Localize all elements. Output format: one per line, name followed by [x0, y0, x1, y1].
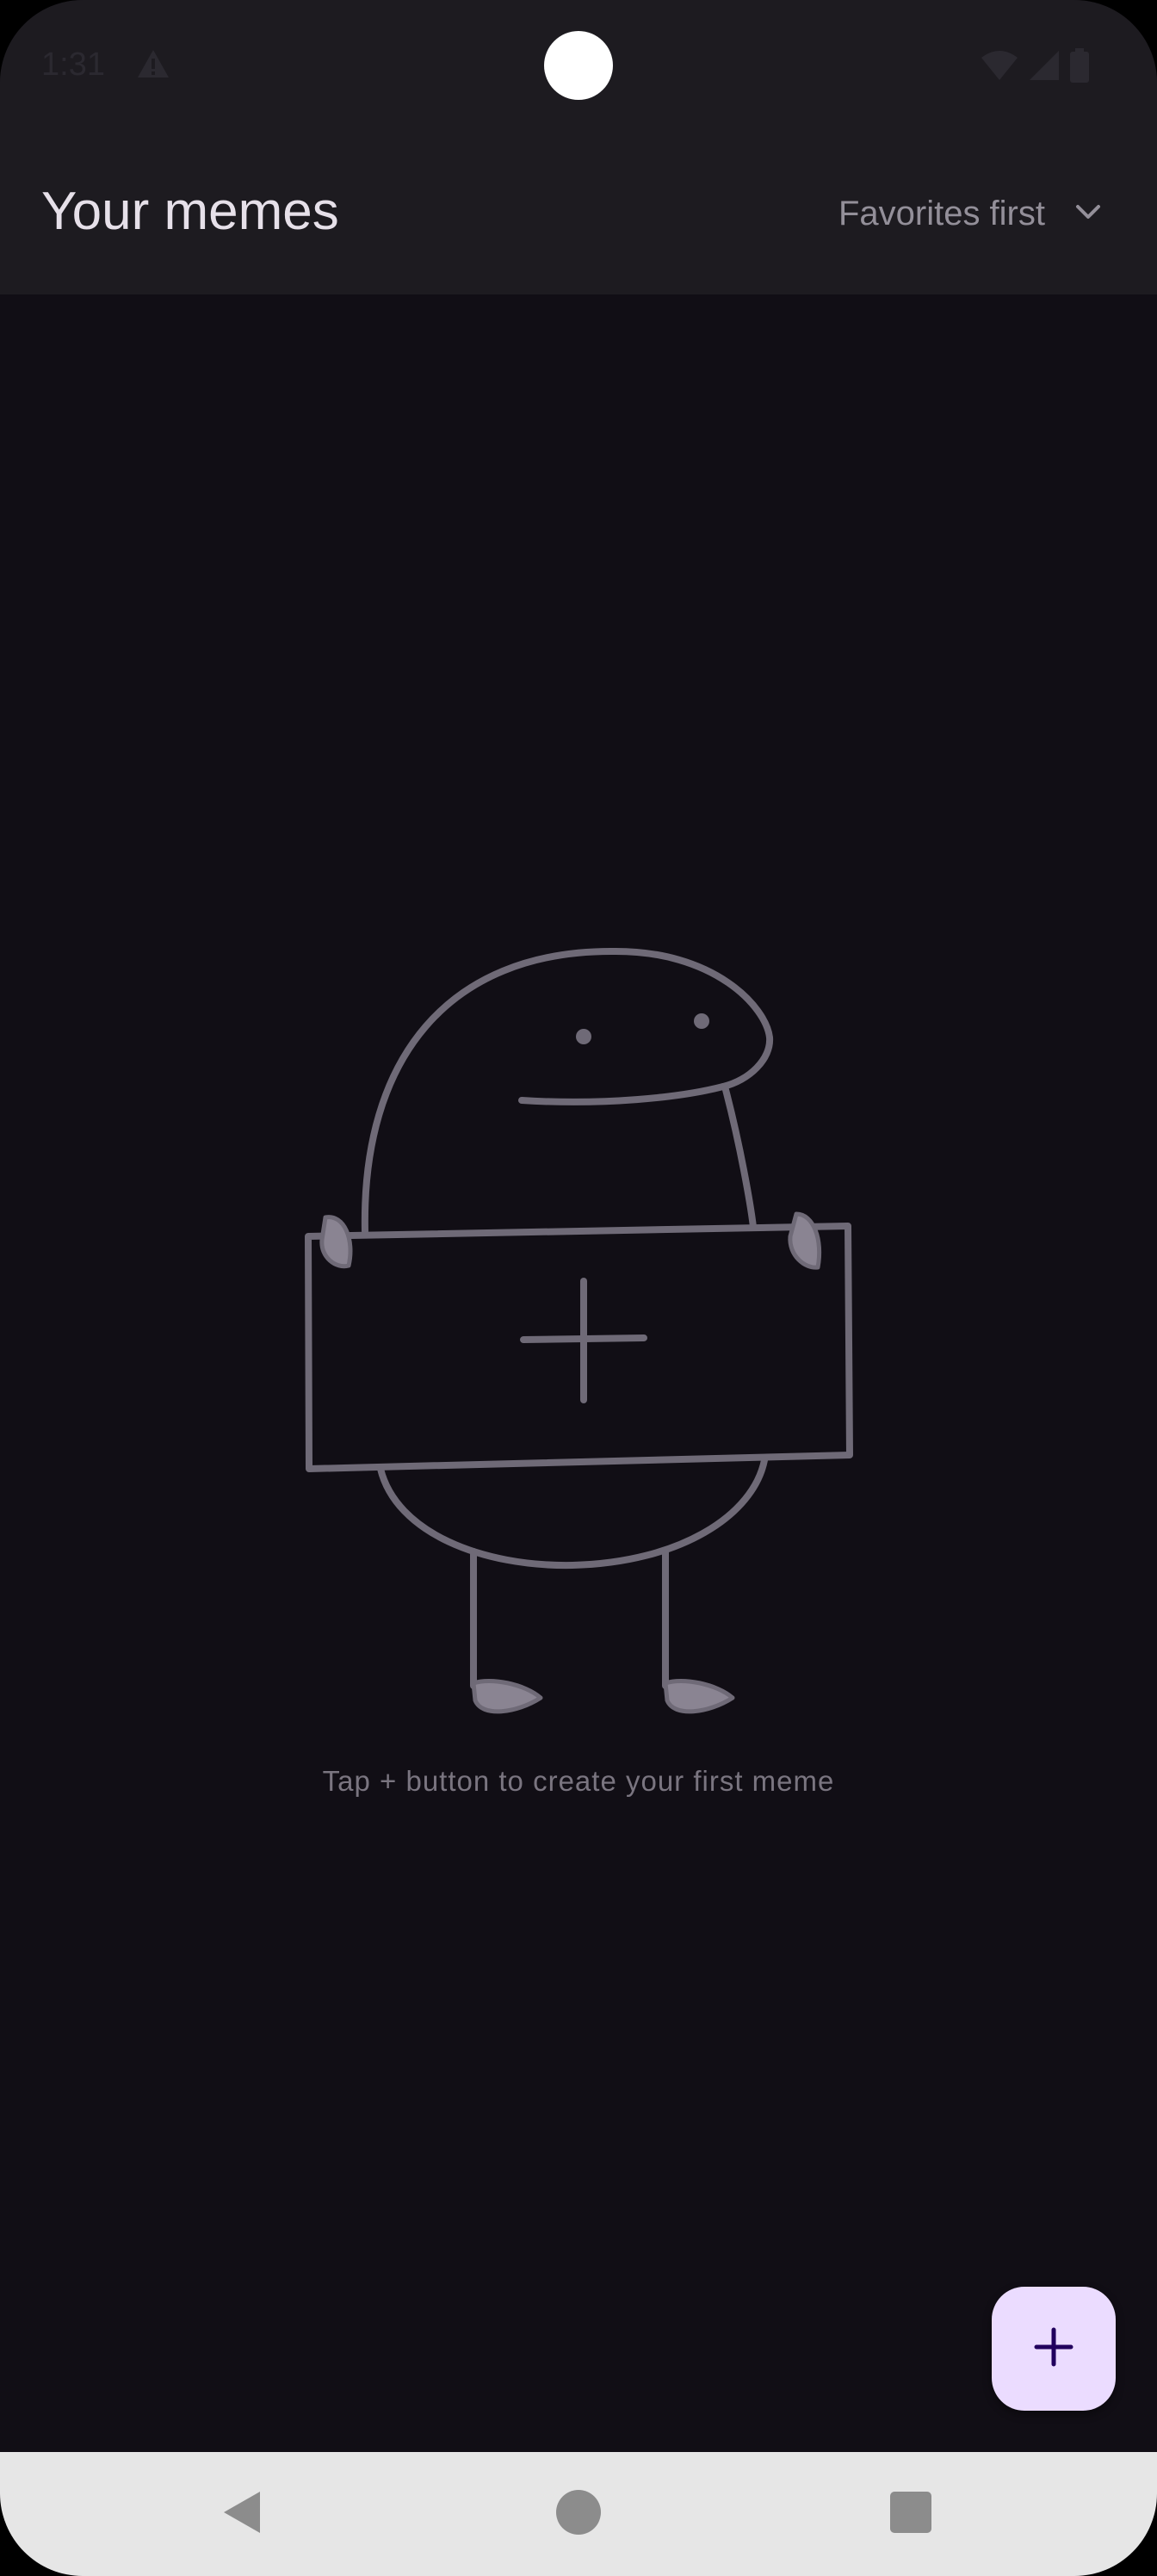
home-button[interactable] [544, 2480, 613, 2548]
empty-state-message: Tap + button to create your first meme [322, 1765, 835, 1797]
home-icon [554, 2488, 603, 2541]
chevron-down-icon [1071, 195, 1105, 233]
empty-state-illustration [293, 938, 878, 1735]
top-app-bar: Your memes Favorites first [0, 134, 1157, 294]
camera-cutout [544, 31, 613, 100]
status-bar: 1:31 [0, 0, 1157, 134]
battery-icon [1069, 48, 1090, 87]
phone-screen: 1:31 Your memes Favorites first Tap + bu… [0, 0, 1157, 2576]
add-meme-button[interactable] [992, 2287, 1116, 2411]
signal-icon [1028, 49, 1061, 86]
wifi-icon [980, 49, 1019, 86]
page-title: Your memes [41, 182, 339, 241]
sort-dropdown-label: Favorites first [838, 194, 1045, 232]
status-icons [980, 48, 1090, 87]
plus-icon [1033, 2326, 1074, 2372]
back-button[interactable] [208, 2480, 277, 2548]
status-time: 1:31 [41, 46, 105, 83]
system-navigation-bar [0, 2452, 1157, 2576]
recents-button[interactable] [876, 2480, 945, 2548]
recents-icon [888, 2490, 933, 2539]
back-icon [219, 2488, 267, 2541]
warning-icon [136, 48, 170, 84]
sort-dropdown[interactable]: Favorites first [838, 172, 1105, 255]
